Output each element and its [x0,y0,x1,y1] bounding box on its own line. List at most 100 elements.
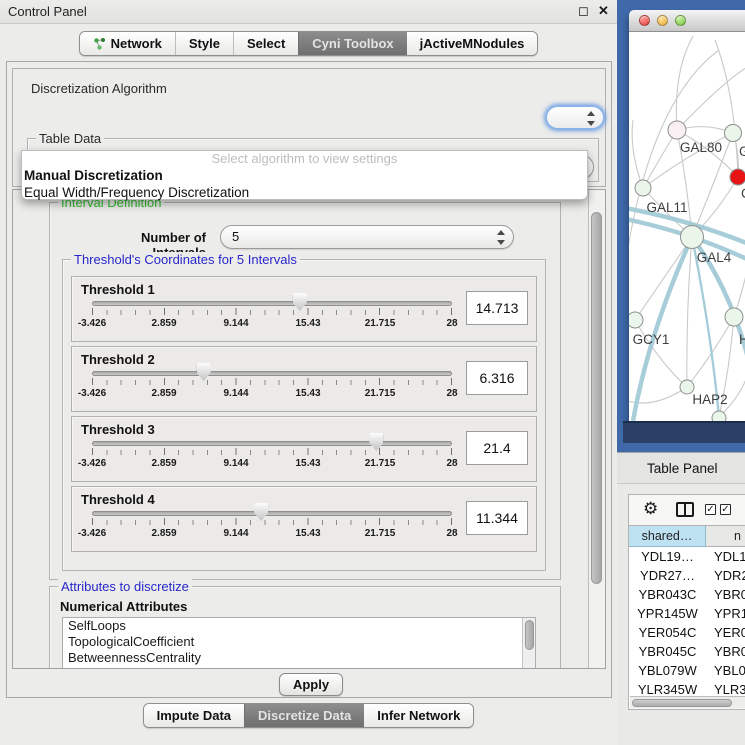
cyni-toolbox-content: Discretization Algorithm Table Data galF… [6,61,612,698]
apply-button[interactable]: Apply [279,673,343,696]
tab-label: jActiveMNodules [420,36,525,51]
threshold-2-panel: Threshold 2 -3.426 2.859 9.144 15.43 [71,346,537,412]
node-label-gal11: GAL11 [646,200,687,215]
scrollbar-thumb[interactable] [525,620,534,650]
tab-jactivemnodules[interactable]: jActiveMNodules [407,32,538,55]
tab-label: Cyni Toolbox [312,36,393,51]
node-table: ⚙ ✓ ✓ shared… n YDL19…YDL1 YDR27…YDR2 YB… [628,494,745,710]
cytoscape-desktop: GAL80 G C GAL11 GAL4 GCY1 H HAP2 [617,0,745,452]
threshold-2-slider[interactable]: -3.426 2.859 9.144 15.43 21.715 28 [92,347,452,411]
network-view-window[interactable]: GAL80 G C GAL11 GAL4 GCY1 H HAP2 [629,10,745,421]
node-label-hap2: HAP2 [692,392,727,407]
table-row[interactable]: YBL079WYBL0 [629,661,745,680]
threshold-4-panel: Threshold 4 -3.426 2.859 9.144 15.43 [71,486,537,552]
threshold-4-value-field[interactable]: 11.344 [466,501,528,535]
tab-impute-data[interactable]: Impute Data [144,704,244,727]
control-panel-titlebar: Control Panel ◻ ✕ [0,0,617,24]
list-item[interactable]: SelfLoops [63,618,535,634]
table-row[interactable]: YBR045CYBR0 [629,642,745,661]
threshold-3-panel: Threshold 3 -3.426 2.859 9.144 15.43 [71,416,537,482]
tab-label: Discretize Data [258,708,351,723]
slider-major-ticks [92,378,452,385]
algorithm-group-label: Discretization Algorithm [31,81,167,96]
node-label-gal80: GAL80 [680,140,722,155]
close-panel-icon[interactable]: ✕ [598,3,609,19]
popup-placeholder: Select algorithm to view settings [22,151,587,167]
algorithm-combobox[interactable] [545,105,605,130]
popup-option-manual-discretization[interactable]: Manual Discretization [22,167,587,184]
slider-tick-labels: -3.426 2.859 9.144 15.43 21.715 28 [92,528,452,540]
threshold-2-value-field[interactable]: 6.316 [466,361,528,395]
table-row[interactable]: YPR145WYPR1 [629,604,745,623]
gear-icon[interactable]: ⚙ [643,499,658,519]
checkbox-icon[interactable]: ✓ [705,504,716,515]
slider-major-ticks [92,518,452,525]
minimize-traffic-light-icon[interactable] [657,15,668,26]
column-header-shared-name[interactable]: shared… [629,526,706,547]
slider-track[interactable] [92,511,452,516]
checkbox-icon[interactable]: ✓ [720,504,731,515]
column-layout-icon[interactable] [676,502,694,517]
node-gcy1 [629,312,643,328]
node-label-clipped-g: G [739,144,745,159]
threshold-3-value-field[interactable]: 21.4 [466,431,528,465]
table-row[interactable]: YER054CYER0 [629,623,745,642]
network-canvas[interactable]: GAL80 G C GAL11 GAL4 GCY1 H HAP2 [629,32,745,421]
table-row[interactable]: YDL19…YDL1 [629,547,745,566]
settings-vertical-scrollbar[interactable] [588,190,605,668]
close-traffic-light-icon[interactable] [639,15,650,26]
slider-major-ticks [92,308,452,315]
number-of-intervals-combobox[interactable]: 5 [220,225,514,249]
list-item[interactable]: TopologicalCoefficient [63,634,535,650]
popup-option-equal-width-frequency[interactable]: Equal Width/Frequency Discretization [22,184,587,201]
network-graph: GAL80 G C GAL11 GAL4 GCY1 H HAP2 [629,32,745,421]
attributes-to-discretize-group: Attributes to discretize Numerical Attri… [49,586,561,669]
slider-track[interactable] [92,441,452,446]
tab-infer-network[interactable]: Infer Network [364,704,473,727]
slider-tick-labels: -3.426 2.859 9.144 15.43 21.715 28 [92,458,452,470]
combo-stepper-icon [496,230,505,245]
slider-track[interactable] [92,301,452,306]
zoom-traffic-light-icon[interactable] [675,15,686,26]
table-panel-titlebar: Table Panel [617,452,745,484]
threshold-1-value-field[interactable]: 14.713 [466,291,528,325]
scrollbar-thumb[interactable] [591,212,602,584]
table-panel-title: Table Panel [647,461,718,476]
tab-select[interactable]: Select [233,32,298,55]
control-panel: Control Panel ◻ ✕ Network Style Select C… [0,0,617,745]
numerical-attributes-list[interactable]: SelfLoops TopologicalCoefficient Between… [62,617,536,669]
column-header-name[interactable]: n [706,526,745,547]
threshold-4-slider[interactable]: -3.426 2.859 9.144 15.43 21.715 28 [92,487,452,551]
list-item[interactable]: BetweennessCentrality [63,650,535,666]
threshold-3-slider[interactable]: -3.426 2.859 9.144 15.43 21.715 28 [92,417,452,481]
tab-label: Infer Network [377,708,460,723]
thresholds-group-label: Threshold's Coordinates for 5 Intervals [71,252,300,267]
tab-style[interactable]: Style [175,32,233,55]
node-gal4 [681,226,704,249]
table-row[interactable]: YDR27…YDR2 [629,566,745,585]
tab-label: Network [111,36,162,51]
node-label-gcy1: GCY1 [633,332,670,347]
slider-major-ticks [92,448,452,455]
tab-label: Style [189,36,220,51]
slider-tick-labels: -3.426 2.859 9.144 15.43 21.715 28 [92,388,452,400]
table-row[interactable]: YBR043CYBR0 [629,585,745,604]
tab-network[interactable]: Network [80,32,175,55]
tab-discretize-data[interactable]: Discretize Data [244,704,364,727]
table-data-label: Table Data [36,131,104,146]
float-window-icon[interactable]: ◻ [578,3,589,19]
algorithm-dropdown-popup: Select algorithm to view settings Manual… [21,150,588,200]
network-window-titlebar[interactable] [629,10,745,32]
network-icon [93,37,106,50]
threshold-1-slider[interactable]: -3.426 2.859 9.144 15.43 21.715 28 [92,277,452,341]
slider-track[interactable] [92,371,452,376]
number-of-intervals-value: 5 [232,229,239,244]
table-horizontal-scrollbar[interactable] [630,696,745,708]
node-label-gal4: GAL4 [697,250,732,265]
bottom-tab-bar: Impute Data Discretize Data Infer Networ… [0,703,617,728]
scrollbar-thumb[interactable] [632,699,732,707]
tab-cyni-toolbox[interactable]: Cyni Toolbox [298,32,406,55]
slider-tick-labels: -3.426 2.859 9.144 15.43 21.715 28 [92,318,452,330]
interval-definition-group: Interval Definition Number of Intervals … [49,202,561,580]
list-scrollbar[interactable] [522,618,535,669]
